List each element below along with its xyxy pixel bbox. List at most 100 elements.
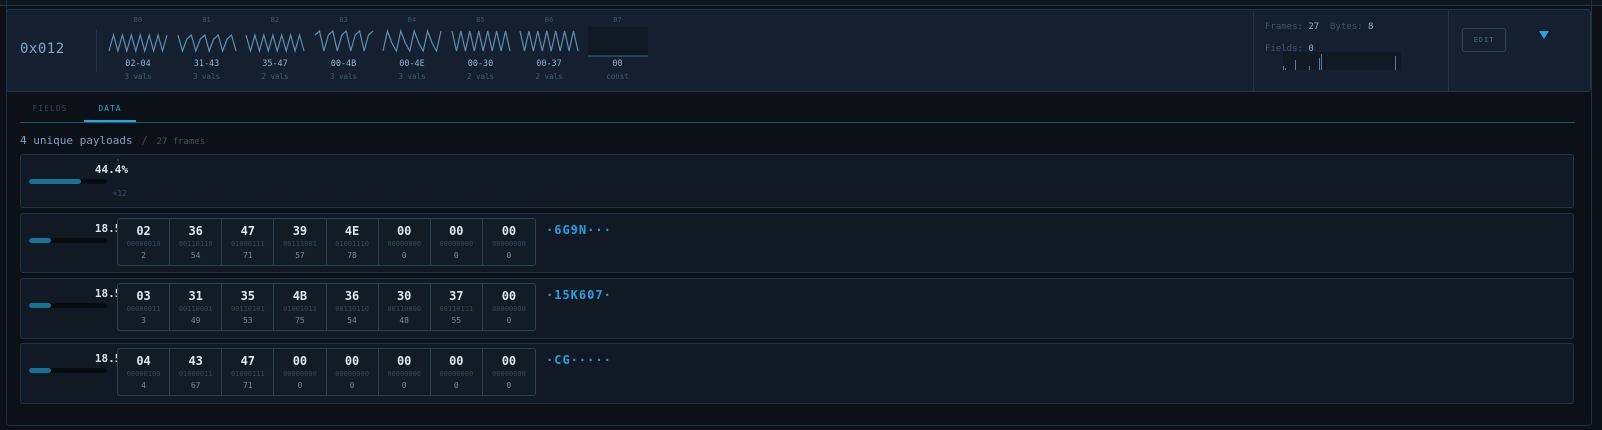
byte-column-7[interactable]: B7 00 const: [587, 15, 649, 89]
tab-data[interactable]: DATA: [84, 104, 136, 122]
byte-hex: 00: [501, 224, 517, 238]
tab-fields[interactable]: FIELDS: [20, 104, 80, 122]
byte-binary: 00000000: [283, 370, 317, 378]
payload-row[interactable]: 18.5%×5030000001133100110001493500110101…: [20, 278, 1574, 339]
payload-count: ×12: [112, 189, 127, 198]
byte-decimal: 55: [451, 316, 462, 325]
byte-cell[interactable]: 4E 01001110 78: [327, 219, 379, 265]
payload-row[interactable]: 18.5%×5020000001023600110110544701000111…: [20, 213, 1574, 273]
byte-hex: 00: [396, 354, 412, 368]
sparkline-trace: [450, 30, 511, 52]
payload-percentage: 18.5%: [94, 222, 128, 235]
byte-cell[interactable]: 31 00110001 49: [170, 284, 223, 330]
byte-column-0[interactable]: B0 02-04 3 vals: [107, 15, 169, 89]
byte-cell[interactable]: 00 00000000 0: [327, 349, 379, 395]
byte-sparkline: [314, 29, 373, 52]
byte-cell[interactable]: 37 00110111 55: [431, 284, 483, 330]
byte-sparkline: [519, 30, 579, 52]
byte-decimal: 48: [399, 316, 409, 325]
byte-range: 00: [612, 59, 623, 69]
payload-ascii: ·CG·····: [546, 353, 612, 367]
byte-decimal: 53: [242, 316, 253, 325]
byte-decimal: 0: [506, 251, 512, 260]
byte-cell[interactable]: 47 01000111 71: [222, 349, 275, 395]
byte-column-6[interactable]: B6 00-37 2 vals: [518, 15, 580, 89]
byte-hex: 36: [344, 289, 360, 303]
timing-histogram: [1283, 52, 1401, 70]
byte-cell[interactable]: 00 00000000 0: [274, 349, 327, 395]
byte-value-count: 3 vals: [329, 72, 358, 81]
byte-hex: 35: [240, 289, 256, 303]
byte-column-3[interactable]: B3 00-4B 3 vals: [313, 15, 375, 89]
byte-column-4[interactable]: B4 00-4E 3 vals: [381, 15, 443, 89]
byte-decimal: 2: [141, 251, 146, 260]
byte-decimal: 78: [347, 251, 357, 260]
frequency-bar: [29, 238, 107, 243]
byte-cell[interactable]: 36 00110110 54: [170, 219, 223, 265]
byte-cell[interactable]: 36 00110110 54: [327, 284, 379, 330]
byte-binary: 00000000: [439, 370, 474, 378]
byte-cell[interactable]: 39 00111001 57: [274, 219, 327, 265]
byte-cell[interactable]: 00 00000000 0: [379, 349, 431, 395]
byte-value-count: const: [606, 72, 629, 81]
payload-percentage: 18.5%: [94, 287, 128, 300]
frames-count: 27: [1308, 22, 1320, 32]
byte-index: B6: [544, 16, 554, 24]
sparkline-trace: [314, 29, 373, 52]
byte-cell[interactable]: 04 00000100 4: [118, 349, 171, 395]
message-id: 0x012: [20, 41, 65, 57]
histogram-bar: [1321, 54, 1322, 70]
byte-column-2[interactable]: B2 35-47 2 vals: [244, 15, 306, 89]
byte-decimal: 54: [347, 316, 357, 325]
byte-cell[interactable]: 00 00000000 0: [431, 219, 483, 265]
byte-index: B1: [202, 16, 211, 24]
payload-row[interactable]: 18.5%×5040000010044301000011674701000111…: [20, 343, 1574, 404]
byte-decimal: 0: [297, 381, 303, 390]
payload-row[interactable]: 44.4% ×12: [20, 154, 1574, 208]
byte-cell[interactable]: 43 01000011 67: [170, 349, 223, 395]
histogram-bar: [1283, 66, 1284, 70]
byte-binary: 00000000: [387, 370, 422, 378]
payload-percentage: 44.4%: [94, 163, 128, 176]
collapse-chevron-icon[interactable]: [1539, 31, 1549, 39]
byte-cell[interactable]: 02 00000010 2: [118, 219, 171, 265]
byte-cell[interactable]: 03 00000011 3: [118, 284, 171, 330]
byte-hex: 00: [449, 224, 464, 238]
byte-cell[interactable]: 00 00000000 0: [483, 349, 535, 395]
byte-sparkline: [108, 32, 168, 54]
byte-range: 35-47: [262, 59, 288, 69]
byte-column-1[interactable]: B1 31-43 3 vals: [176, 15, 238, 89]
histogram-bar: [1309, 66, 1310, 70]
byte-sparkline: [450, 30, 511, 52]
payload-bytes: 04 00000100 4 43 01000011 67 47 01000111 71 00 000…: [117, 348, 536, 396]
total-frames: 27 frames: [156, 137, 206, 147]
byte-hex: 31: [188, 289, 203, 303]
byte-decimal: 0: [349, 381, 355, 390]
frequency-bar-fill: [29, 179, 81, 184]
sparkline-trace: [245, 32, 305, 54]
payload-bytes: 03 00000011 3 31 00110001 49 35 00110101 53 4B 010…: [117, 283, 536, 331]
byte-cell[interactable]: 4B 01001011 75: [274, 284, 327, 330]
byte-cell[interactable]: 00 00000000 0: [483, 284, 535, 330]
byte-cell[interactable]: 47 01000111 71: [222, 219, 275, 265]
byte-cell[interactable]: 00 00000000 0: [379, 219, 431, 265]
byte-binary: 01000111: [230, 370, 265, 378]
message-header[interactable]: 0x012 B0 02-04 3 vals B1 31-43 3 vals B2 35-47 2…: [6, 9, 1591, 92]
byte-binary: 01001110: [335, 240, 369, 248]
frequency-bar-fill: [29, 303, 51, 308]
byte-value-count: 3 vals: [124, 72, 152, 81]
byte-hex: 00: [449, 354, 464, 368]
byte-binary: 00110101: [230, 305, 265, 313]
byte-column-5[interactable]: B5 00-30 2 vals: [450, 15, 512, 89]
edit-button[interactable]: EDIT: [1462, 28, 1506, 52]
byte-hex: 00: [501, 354, 517, 368]
byte-cell[interactable]: 35 00110101 53: [222, 284, 275, 330]
byte-binary: 00000011: [126, 305, 161, 313]
byte-cell[interactable]: 00 00000000 0: [483, 219, 535, 265]
histogram-bar: [1395, 56, 1396, 70]
byte-cell[interactable]: 30 00110000 48: [379, 284, 431, 330]
byte-binary: 01001011: [283, 305, 317, 313]
byte-index: B4: [407, 16, 417, 24]
divider: [96, 30, 97, 72]
byte-cell[interactable]: 00 00000000 0: [431, 349, 483, 395]
